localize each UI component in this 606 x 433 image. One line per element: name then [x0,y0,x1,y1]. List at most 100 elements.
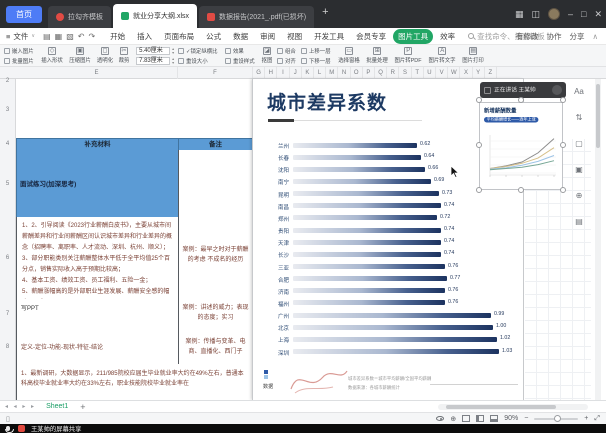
column-header-R[interactable]: R [387,67,399,79]
spinner-arrows[interactable]: ▴▾ [172,57,174,65]
cell-row9-main[interactable]: 1、最新调研，大数据显示，211/985院校应届生毕业就业率大约在49%左右，普… [16,364,253,400]
column-header-U[interactable]: U [424,67,436,79]
ribbon-button-效果[interactable]: 效果 [225,46,257,56]
eye-protection-icon[interactable] [436,416,444,421]
column-header-P[interactable]: P [363,67,375,79]
plus-circle-icon[interactable]: ⊕ [576,191,583,200]
column-header-H[interactable]: H [265,67,277,79]
cell-row7-note[interactable]: 案例：讲述的威力；表现的态度；实习 [178,299,253,330]
menu-item-图片工具[interactable]: 图片工具 [393,29,433,44]
zoom-slider[interactable] [534,418,578,420]
ribbon-button-裁剪[interactable]: ✂裁剪 [116,45,132,67]
column-header-S[interactable]: S [399,67,411,79]
redo-icon[interactable]: ↷ [88,32,95,41]
field-value[interactable]: 5.40厘米 [136,47,170,55]
avatar[interactable] [548,8,560,20]
column-header-M[interactable]: M [326,67,338,79]
menu-right-分享[interactable]: 分享 [570,31,585,42]
column-header-X[interactable]: X [460,67,472,79]
cell-row5-main[interactable]: 面试练习(加深思考) [16,150,179,218]
column-header-F[interactable]: F [178,67,253,79]
spinner-arrows[interactable]: ▴▾ [172,47,174,55]
ribbon-button-图片打印[interactable]: ▤图片打印 [459,45,487,67]
undo-icon[interactable]: ↶ [78,32,85,41]
menu-right-协作[interactable]: 协作 [547,31,562,42]
field-value[interactable]: 7.83厘米 [136,57,170,65]
page-layout-view-icon[interactable] [476,415,484,422]
ribbon-button-嵌入图片[interactable]: 嵌入图片 [4,46,36,56]
microphone-icon[interactable] [6,426,10,431]
menu-item-审阅[interactable]: 审阅 [255,29,280,44]
cell-row5-note[interactable] [178,150,253,218]
ribbon-button-重设样式[interactable]: 重设样式 [225,56,257,66]
collapse-ribbon-icon[interactable]: ∧ [593,32,599,41]
selection-handle[interactable] [518,97,524,103]
cell-row6-note[interactable]: 案例：最早之时对于薪酬的考虑 不成名的经历 [178,217,253,300]
normal-view-icon[interactable] [462,415,470,422]
ribbon-button-选择窗格[interactable]: ▭选择窗格 [335,45,363,67]
column-header-W[interactable]: W [448,67,460,79]
zoom-out-button[interactable]: − [524,415,528,422]
clipboard-icon[interactable]: ▯ [6,415,10,423]
cell-row7-main[interactable]: 写PPT [16,299,179,330]
ribbon-button-对齐[interactable]: 对齐 [277,56,297,66]
fullscreen-icon[interactable]: ⤢ [594,415,600,423]
ribbon-button-组合[interactable]: 组合 [277,46,297,56]
print-icon[interactable]: ▦ [55,32,63,41]
selection-handle[interactable] [476,187,482,193]
document-icon[interactable]: ▤ [575,217,583,226]
column-header-N[interactable]: N [338,67,350,79]
column-header-Q[interactable]: Q [375,67,387,79]
menu-item-开发工具[interactable]: 开发工具 [309,29,349,44]
export-icon[interactable]: ▧ [66,32,74,41]
column-header-K[interactable]: K [302,67,314,79]
column-header-Y[interactable]: Y [473,67,485,79]
column-header-L[interactable]: L [314,67,326,79]
selection-handle[interactable] [518,187,524,193]
ribbon-button-透明化[interactable]: ◻透明化 [94,45,116,67]
swap-arrows-icon[interactable]: ⇅ [576,113,583,122]
column-header-Z[interactable]: Z [485,67,497,79]
ribbon-button-批量处理[interactable]: ⊞批量处理 [363,45,391,67]
column-header-G[interactable]: G [253,67,265,79]
width-field[interactable]: 7.83厘米▴▾ [134,56,174,66]
column-header-J[interactable]: J [290,67,302,79]
cell-row6-main[interactable]: 1、2、引导阅读《2023行业薪酬白皮书》，主要从城市间薪酬差异和行业间薪酬区间… [16,217,179,300]
image-icon[interactable]: ▣ [575,165,583,174]
height-field[interactable]: 5.40厘米▴▾ [134,46,174,56]
document-tab-2[interactable]: 数据报告(2021_.pdf(已损坏) [199,6,314,28]
maximize-button[interactable]: □ [581,9,586,19]
new-tab-button[interactable]: + [322,6,328,18]
document-tab-0[interactable]: 拉勾齐模板 [48,6,111,28]
split-view-icon[interactable]: ▦ [515,9,524,20]
menu-item-效率[interactable]: 效率 [435,29,460,44]
menu-item-公式[interactable]: 公式 [201,29,226,44]
row-header-6[interactable]: 6 [0,255,15,261]
ribbon-button-插入形状[interactable]: ◇插入形状 [38,45,66,67]
row-header-2[interactable]: 2 [0,78,15,84]
mini-line-chart-object[interactable]: 新增薪酬数量 平均薪酬增长——逐年上涨 [479,102,563,190]
close-button[interactable]: ✕ [594,9,602,20]
horizontal-scrollbar-thumb[interactable] [446,405,556,409]
sheet-tab-sheet1[interactable]: Sheet1 [46,403,68,410]
file-menu[interactable]: ≡ 文件 ∨ [6,31,35,42]
rectangle-icon[interactable]: ▢ [575,139,583,148]
layout-icon[interactable]: ◫ [531,9,540,20]
ribbon-button-下移一层[interactable]: 下移一层 [301,56,333,66]
ribbon-button-批量图片[interactable]: 批量图片 [4,56,36,66]
text-format-icon[interactable]: Aa [574,87,584,96]
column-header-T[interactable]: T [412,67,424,79]
ribbon-button-上移一层[interactable]: 上移一层 [301,46,333,56]
cell-row8-note[interactable]: 案例：传播与变革、电商、直播化、西门子 [178,329,253,365]
row-header-4[interactable]: 4 [0,141,15,147]
ribbon-button-压缩图片[interactable]: ▣压缩图片 [66,45,94,67]
row-header-5[interactable]: 5 [0,181,15,187]
row-header-7[interactable]: 7 [0,311,15,317]
minimize-button[interactable]: – [568,9,573,19]
menu-item-开始[interactable]: 开始 [105,29,130,44]
menu-item-会员专享[interactable]: 会员专享 [351,29,391,44]
document-tab-1[interactable]: 就业分享大纲.xlsx [113,4,197,28]
cell-row8-main[interactable]: 定义-定位-功能-现状-特征-结论 [16,329,179,365]
ribbon-button-重设大小[interactable]: 重设大小 [178,56,221,66]
row-header-8[interactable]: 8 [0,344,15,350]
